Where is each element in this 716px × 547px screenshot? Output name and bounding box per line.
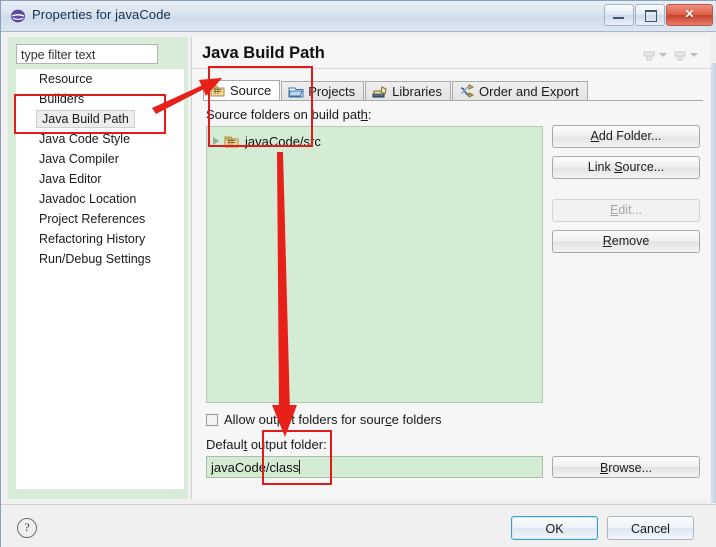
btn-mnemonic: A [590, 129, 599, 143]
tab-label: Source [230, 83, 272, 98]
cancel-button[interactable]: Cancel [607, 516, 694, 540]
sidebar-item-project-references[interactable]: Project References [16, 209, 184, 229]
expand-triangle-icon[interactable] [213, 137, 219, 145]
window-controls: ✕ [603, 4, 713, 26]
text-caret [299, 460, 301, 474]
sidebar-item-refactoring-history[interactable]: Refactoring History [16, 229, 184, 249]
tab-projects[interactable]: Projects [281, 81, 365, 101]
tab-label: Order and Export [479, 84, 579, 99]
default-output-folder-label: Default output folder: [206, 437, 327, 452]
browse-button[interactable]: Browse... [552, 456, 700, 478]
history-nav [640, 46, 702, 63]
tree-item-label: Refactoring History [39, 232, 146, 246]
tab-label: Libraries [392, 84, 443, 99]
tab-order-and-export[interactable]: Order and Export [452, 81, 588, 101]
out-post: output folder: [247, 437, 327, 452]
out-pre: Defaul [206, 437, 244, 452]
maximize-button[interactable] [635, 4, 665, 26]
back-icon[interactable] [640, 46, 658, 63]
output-folder-value: javaCode/class [211, 460, 300, 475]
tree-item-label: Java Compiler [39, 152, 119, 166]
btn-pre: Link [587, 160, 615, 174]
window-title: Properties for javaCode [32, 7, 171, 22]
tree-item-label: Java Editor [39, 172, 102, 186]
btn-post: dit... [618, 203, 642, 217]
build-path-tabs: Source Projects Libraries Order and Expo… [203, 80, 703, 101]
btn-post: dd Folder... [598, 129, 662, 143]
screenshot-root: Properties for javaCode ✕ type filter te… [0, 0, 716, 547]
header-divider [192, 68, 711, 69]
btn-mnemonic: R [602, 234, 612, 248]
properties-dialog-window: Properties for javaCode ✕ type filter te… [0, 0, 716, 547]
chk-pre: Allow output folders for sour [224, 412, 386, 427]
page-title: Java Build Path [202, 44, 325, 62]
tab-libraries[interactable]: Libraries [365, 81, 452, 101]
sidebar-item-java-editor[interactable]: Java Editor [16, 169, 184, 189]
source-folders-label-post: : [367, 107, 372, 122]
btn-post: ource... [622, 160, 665, 174]
filter-input[interactable]: type filter text [16, 44, 158, 64]
browse-post: rowse... [608, 461, 653, 475]
ok-button[interactable]: OK [511, 516, 598, 540]
back-dropdown-icon[interactable] [659, 52, 667, 57]
settings-content-pane: Java Build Path Source Projects Librarie… [191, 37, 711, 499]
eclipse-icon [11, 9, 25, 23]
tree-item-label: Resource [39, 72, 93, 86]
settings-sidebar: type filter text Resource Builders Java … [8, 37, 188, 499]
close-icon: ✕ [684, 7, 695, 21]
source-folders-label-pre: Source folders on build pat [206, 107, 361, 122]
tab-source[interactable]: Source [203, 80, 281, 101]
forward-icon[interactable] [671, 46, 689, 63]
source-folders-list[interactable]: javaCode/src [206, 126, 543, 403]
dialog-footer: ? OK Cancel [1, 504, 716, 547]
tree-item-label: Java Build Path [36, 110, 135, 128]
close-button[interactable]: ✕ [666, 4, 713, 26]
tree-item-label: Javadoc Location [39, 192, 137, 206]
remove-button[interactable]: Remove [552, 230, 700, 253]
tree-item-label: Project References [39, 212, 146, 226]
list-item-label: javaCode/src [245, 133, 321, 149]
tree-item-label: Builders [39, 92, 85, 106]
add-folder-button[interactable]: Add Folder... [552, 125, 700, 148]
source-folder-icon [210, 85, 225, 97]
projects-folder-icon [288, 87, 304, 98]
allow-output-folders-label: Allow output folders for source folders [224, 412, 442, 427]
source-action-buttons: Add Folder... Link Source... Edit... Rem… [552, 125, 700, 261]
minimize-icon [613, 17, 624, 19]
btn-mnemonic: S [614, 160, 623, 174]
source-folders-label: Source folders on build path: [206, 107, 372, 122]
maximize-icon [645, 10, 657, 22]
sidebar-item-javadoc-location[interactable]: Javadoc Location [16, 189, 184, 209]
list-item[interactable]: javaCode/src [213, 131, 542, 151]
allow-output-folders-row[interactable]: Allow output folders for source folders [206, 412, 442, 427]
sidebar-item-resource[interactable]: Resource [16, 69, 184, 89]
package-folder-icon [224, 136, 239, 147]
sidebar-item-java-build-path[interactable]: Java Build Path [16, 109, 184, 129]
default-output-folder-input[interactable]: javaCode/class [206, 456, 543, 478]
window-scrollbar[interactable] [711, 63, 716, 503]
chk-post: e folders [391, 412, 442, 427]
tab-label: Projects [308, 84, 356, 99]
help-button[interactable]: ? [17, 518, 37, 538]
dialog-body: type filter text Resource Builders Java … [1, 32, 716, 547]
libraries-icon [372, 86, 387, 98]
sidebar-item-run-debug-settings[interactable]: Run/Debug Settings [16, 249, 184, 269]
tab-underline [203, 100, 703, 101]
tree-item-label: Java Code Style [39, 132, 131, 146]
forward-dropdown-icon[interactable] [690, 52, 698, 57]
link-source-button[interactable]: Link Source... [552, 156, 700, 179]
order-export-icon [460, 84, 475, 98]
sidebar-item-java-code-style[interactable]: Java Code Style [16, 129, 184, 149]
minimize-button[interactable] [604, 4, 634, 26]
tree-item-label: Run/Debug Settings [39, 252, 151, 266]
title-bar[interactable]: Properties for javaCode ✕ [1, 1, 716, 32]
btn-post: emove [611, 234, 650, 248]
source-folders-label-mnemonic: h [360, 107, 368, 122]
sidebar-item-builders[interactable]: Builders [16, 89, 184, 109]
settings-tree[interactable]: Resource Builders Java Build Path Java C… [16, 69, 184, 489]
edit-button: Edit... [552, 199, 700, 222]
sidebar-item-java-compiler[interactable]: Java Compiler [16, 149, 184, 169]
allow-output-folders-checkbox[interactable] [206, 413, 218, 426]
